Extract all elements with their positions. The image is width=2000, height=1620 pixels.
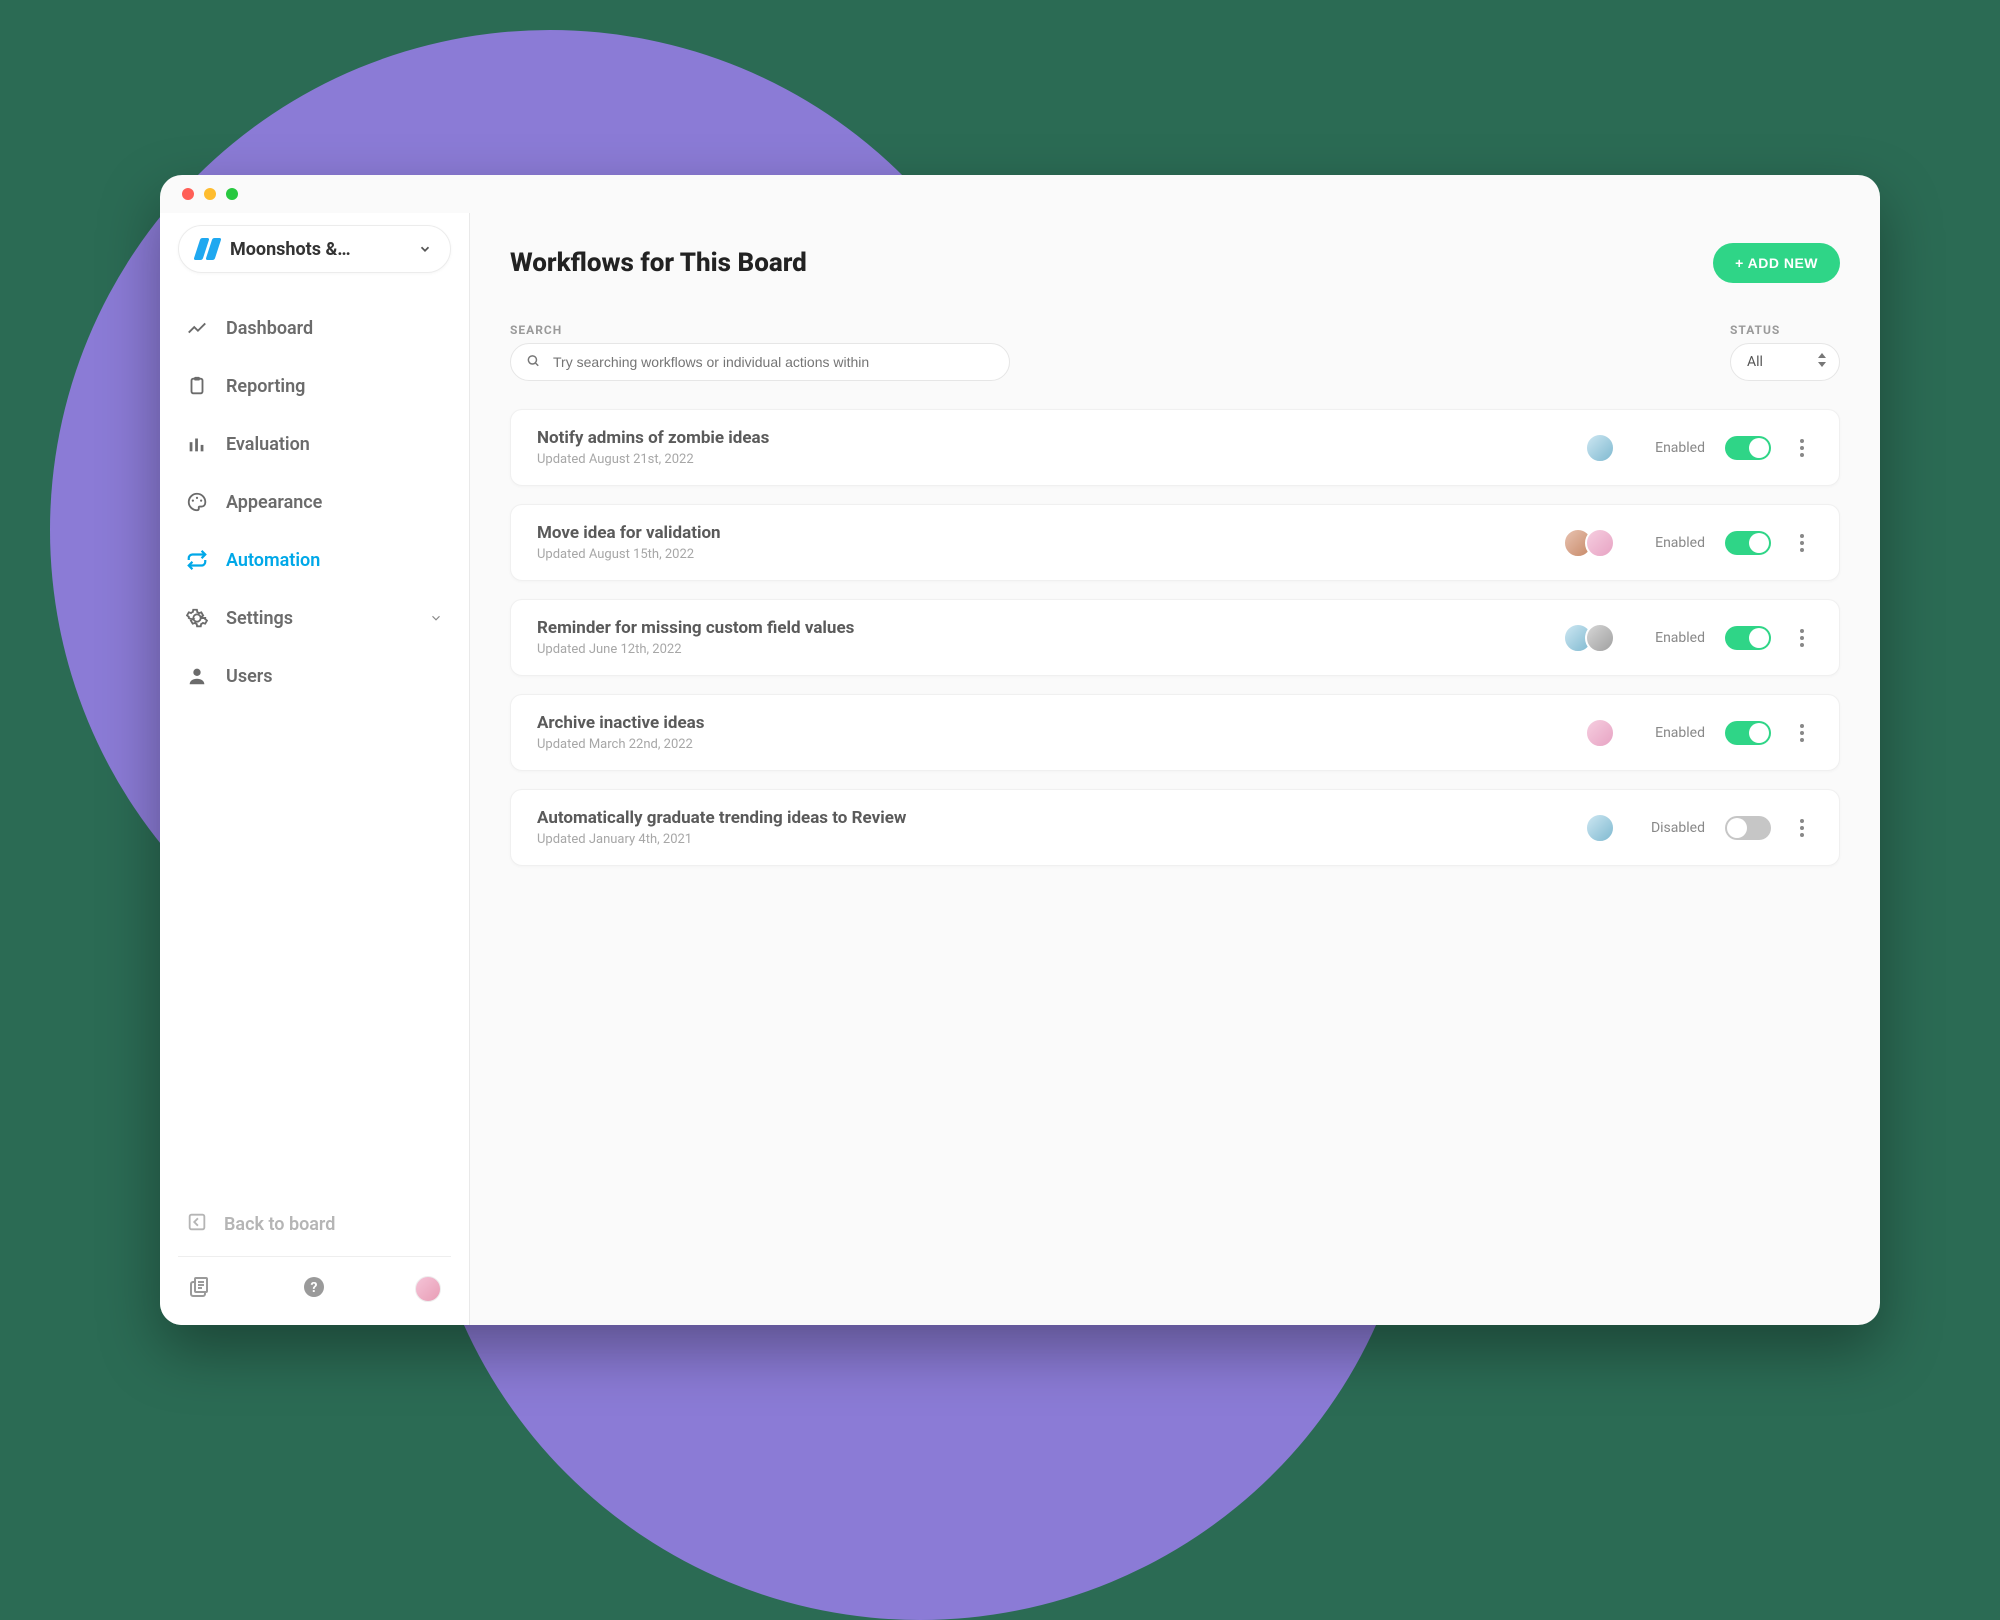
workflow-title: Move idea for validation [537, 523, 1543, 543]
sidebar-item-users[interactable]: Users [178, 651, 451, 701]
sidebar-item-label: Automation [226, 550, 443, 571]
back-to-board-button[interactable]: Back to board [178, 1197, 451, 1257]
workflow-avatars [1585, 813, 1615, 843]
workflow-row[interactable]: Automatically graduate trending ideas to… [510, 789, 1840, 866]
window-maximize-button[interactable] [226, 188, 238, 200]
workflow-status-label: Disabled [1635, 820, 1705, 836]
workflow-row[interactable]: Notify admins of zombie ideas Updated Aug… [510, 409, 1840, 486]
board-name: Moonshots &… [230, 239, 406, 260]
workflow-enable-toggle[interactable] [1725, 626, 1771, 650]
search-input[interactable] [510, 343, 1010, 381]
app-window: Moonshots &… Dashboard Reporting [160, 175, 1880, 1325]
sidebar-item-automation[interactable]: Automation [178, 535, 451, 585]
workflow-updated: Updated June 12th, 2022 [537, 642, 1543, 657]
search-label: SEARCH [510, 323, 1010, 337]
status-filter-label: STATUS [1730, 323, 1840, 337]
workflow-title: Notify admins of zombie ideas [537, 428, 1565, 448]
sidebar-item-label: Dashboard [226, 318, 443, 339]
status-filter-select[interactable]: All [1730, 343, 1840, 381]
workflow-enable-toggle[interactable] [1725, 531, 1771, 555]
sidebar-item-label: Appearance [226, 492, 443, 513]
workflow-updated: Updated March 22nd, 2022 [537, 737, 1565, 752]
workflow-updated: Updated January 4th, 2021 [537, 832, 1565, 847]
window-close-button[interactable] [182, 188, 194, 200]
workflow-more-menu[interactable] [1791, 435, 1813, 461]
workflow-updated: Updated August 21st, 2022 [537, 452, 1565, 467]
workflow-enable-toggle[interactable] [1725, 721, 1771, 745]
chevron-down-icon [418, 242, 432, 256]
avatar [1585, 623, 1615, 653]
avatar [1585, 433, 1615, 463]
window-minimize-button[interactable] [204, 188, 216, 200]
workflow-title: Reminder for missing custom field values [537, 618, 1543, 638]
workflow-avatars [1585, 718, 1615, 748]
workflow-row[interactable]: Archive inactive ideas Updated March 22nd… [510, 694, 1840, 771]
sync-icon [186, 549, 208, 571]
workflow-avatars [1585, 433, 1615, 463]
workflow-more-menu[interactable] [1791, 720, 1813, 746]
workflow-enable-toggle[interactable] [1725, 436, 1771, 460]
sidebar-item-reporting[interactable]: Reporting [178, 361, 451, 411]
app-logo-icon [197, 238, 218, 260]
palette-icon [186, 491, 208, 513]
workflow-more-menu[interactable] [1791, 625, 1813, 651]
status-filter-value: All [1747, 354, 1763, 370]
current-user-avatar[interactable] [415, 1276, 441, 1302]
avatar [1585, 528, 1615, 558]
gear-icon [186, 607, 208, 629]
select-arrows-icon [1817, 353, 1827, 371]
chevron-down-icon [429, 611, 443, 625]
clipboard-icon [186, 375, 208, 397]
workflow-more-menu[interactable] [1791, 815, 1813, 841]
workflow-enable-toggle[interactable] [1725, 816, 1771, 840]
window-titlebar [160, 175, 1880, 213]
add-new-button[interactable]: + ADD NEW [1713, 243, 1840, 283]
sidebar: Moonshots &… Dashboard Reporting [160, 213, 470, 1325]
svg-text:?: ? [310, 1280, 317, 1296]
page-title: Workflows for This Board [510, 248, 807, 278]
avatar [1585, 718, 1615, 748]
search-icon [526, 353, 540, 372]
bars-icon [186, 433, 208, 455]
main-content: Workflows for This Board + ADD NEW SEARC… [470, 213, 1880, 1325]
back-icon [186, 1211, 208, 1238]
workflow-avatars [1563, 623, 1615, 653]
chart-line-icon [186, 317, 208, 339]
sidebar-nav: Dashboard Reporting Evaluation [178, 303, 451, 701]
sidebar-item-dashboard[interactable]: Dashboard [178, 303, 451, 353]
avatar [1585, 813, 1615, 843]
sidebar-item-label: Users [226, 666, 443, 687]
workflow-status-label: Enabled [1635, 440, 1705, 456]
workflow-updated: Updated August 15th, 2022 [537, 547, 1543, 562]
help-icon[interactable]: ? [302, 1275, 326, 1303]
workflow-title: Archive inactive ideas [537, 713, 1565, 733]
sidebar-item-appearance[interactable]: Appearance [178, 477, 451, 527]
workflow-avatars [1563, 528, 1615, 558]
sidebar-item-evaluation[interactable]: Evaluation [178, 419, 451, 469]
docs-icon[interactable] [188, 1275, 212, 1303]
sidebar-item-settings[interactable]: Settings [178, 593, 451, 643]
back-label: Back to board [224, 1214, 335, 1235]
sidebar-item-label: Settings [226, 608, 411, 629]
workflow-row[interactable]: Reminder for missing custom field values… [510, 599, 1840, 676]
workflow-status-label: Enabled [1635, 630, 1705, 646]
sidebar-item-label: Reporting [226, 376, 443, 397]
workflow-more-menu[interactable] [1791, 530, 1813, 556]
workflow-status-label: Enabled [1635, 725, 1705, 741]
workflow-status-label: Enabled [1635, 535, 1705, 551]
workflow-list: Notify admins of zombie ideas Updated Aug… [510, 409, 1840, 866]
sidebar-item-label: Evaluation [226, 434, 443, 455]
sidebar-bottom: ? [178, 1257, 451, 1325]
workflow-row[interactable]: Move idea for validation Updated August 1… [510, 504, 1840, 581]
board-selector[interactable]: Moonshots &… [178, 225, 451, 273]
workflow-title: Automatically graduate trending ideas to… [537, 808, 1565, 828]
user-icon [186, 665, 208, 687]
